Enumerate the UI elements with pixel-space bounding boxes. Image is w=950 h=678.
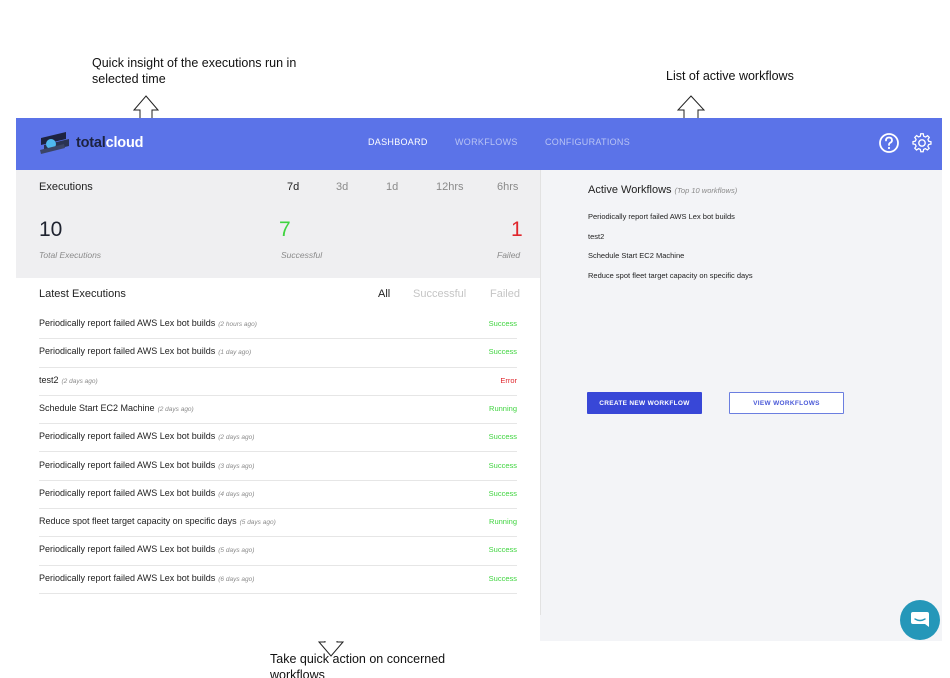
filter-failed[interactable]: Failed xyxy=(490,288,520,300)
active-workflow-item[interactable]: Schedule Start EC2 Machine xyxy=(588,251,684,260)
status-badge: Success xyxy=(488,319,517,328)
logo-text: totalcloud xyxy=(76,135,143,151)
execution-name-text: Periodically report failed AWS Lex bot b… xyxy=(39,572,216,583)
execution-name[interactable]: Periodically report failed AWS Lex bot b… xyxy=(39,488,254,498)
execution-row[interactable]: Periodically report failed AWS Lex bot b… xyxy=(39,481,517,510)
status-badge: Running xyxy=(489,517,517,527)
successful-label: Successful xyxy=(281,250,323,260)
execution-name[interactable]: Periodically report failed AWS Lex bot b… xyxy=(39,318,257,328)
status-badge: Success xyxy=(488,573,517,583)
active-workflows-subtitle: (Top 10 workflows) xyxy=(674,186,738,195)
status-badge: Success xyxy=(488,460,517,470)
execution-row[interactable]: Schedule Start EC2 Machine (2 days ago) R… xyxy=(39,396,517,425)
dashboard-app: totalcloud DASHBOARD WORKFLOWS CONFIGURA… xyxy=(16,118,942,641)
annotation-executions-insight: Quick insight of the executions run in s… xyxy=(92,56,297,86)
execution-name-text: Periodically report failed AWS Lex bot b… xyxy=(39,346,216,357)
execution-time-ago: (5 days ago) xyxy=(218,547,255,555)
execution-row[interactable]: Periodically report failed AWS Lex bot b… xyxy=(39,424,517,453)
executions-title: Executions xyxy=(39,181,93,193)
execution-row[interactable]: Reduce spot fleet target capacity on spe… xyxy=(39,509,517,538)
status-badge: Success xyxy=(488,488,517,498)
active-workflows-panel: Active Workflows (Top 10 workflows) Perio… xyxy=(541,170,942,641)
status-badge: Success xyxy=(488,545,517,555)
execution-name-text: Periodically report failed AWS Lex bot b… xyxy=(39,459,216,470)
execution-name-text: Periodically report failed AWS Lex bot b… xyxy=(39,487,216,498)
annotation-active-workflows: List of active workflows xyxy=(666,69,794,83)
failed-value: 1 xyxy=(511,218,523,241)
execution-row[interactable]: Periodically report failed AWS Lex bot b… xyxy=(39,339,517,368)
execution-name[interactable]: Reduce spot fleet target capacity on spe… xyxy=(39,516,276,526)
status-badge: Error xyxy=(500,375,517,385)
execution-row[interactable]: Periodically report failed AWS Lex bot b… xyxy=(39,566,517,594)
execution-name[interactable]: Periodically report failed AWS Lex bot b… xyxy=(39,431,254,441)
execution-time-ago: (1 day ago) xyxy=(218,349,252,357)
execution-name-text: Periodically report failed AWS Lex bot b… xyxy=(39,544,216,555)
execution-row[interactable]: Periodically report failed AWS Lex bot b… xyxy=(39,537,517,566)
execution-name[interactable]: Periodically report failed AWS Lex bot b… xyxy=(39,460,254,470)
execution-name-text: Periodically report failed AWS Lex bot b… xyxy=(39,431,216,442)
logo-icon xyxy=(40,132,69,154)
executions-summary: Executions 7d 3d 1d 12hrs 6hrs 10 Total … xyxy=(16,170,540,278)
nav-workflows[interactable]: WORKFLOWS xyxy=(455,137,518,147)
logo[interactable]: totalcloud xyxy=(38,130,143,156)
screenshot-canvas: Quick insight of the executions run in s… xyxy=(0,0,950,678)
filter-successful[interactable]: Successful xyxy=(413,288,466,300)
range-3d[interactable]: 3d xyxy=(336,181,348,193)
execution-time-ago: (4 days ago) xyxy=(218,490,255,498)
execution-row[interactable]: Periodically report failed AWS Lex bot b… xyxy=(39,311,517,340)
execution-name[interactable]: Periodically report failed AWS Lex bot b… xyxy=(39,544,254,554)
execution-name[interactable]: Periodically report failed AWS Lex bot b… xyxy=(39,346,251,356)
execution-row[interactable]: Periodically report failed AWS Lex bot b… xyxy=(39,453,517,481)
successful-value: 7 xyxy=(279,218,291,241)
range-7d[interactable]: 7d xyxy=(287,181,299,193)
status-badge: Success xyxy=(488,347,517,357)
logo-text-total: total xyxy=(76,135,106,151)
range-1d[interactable]: 1d xyxy=(386,181,398,193)
execution-time-ago: (2 hours ago) xyxy=(218,321,257,328)
execution-name-text: Reduce spot fleet target capacity on spe… xyxy=(39,516,237,527)
execution-time-ago: (2 days ago) xyxy=(218,434,255,442)
help-icon[interactable] xyxy=(878,132,900,154)
range-6hrs[interactable]: 6hrs xyxy=(497,181,518,193)
active-workflow-item[interactable]: Periodically report failed AWS Lex bot b… xyxy=(588,212,735,221)
nav-dashboard[interactable]: DASHBOARD xyxy=(368,137,428,147)
logo-text-cloud: cloud xyxy=(105,135,144,151)
execution-time-ago: (2 days ago) xyxy=(157,405,194,413)
total-executions-value: 10 xyxy=(39,218,63,241)
latest-executions-title: Latest Executions xyxy=(39,288,126,300)
chat-launcher-button[interactable] xyxy=(900,600,940,640)
gear-icon[interactable] xyxy=(911,132,933,154)
failed-label: Failed xyxy=(497,250,521,260)
range-12hrs[interactable]: 12hrs xyxy=(436,181,464,193)
filter-all[interactable]: All xyxy=(378,288,390,300)
total-executions-label: Total Executions xyxy=(39,250,102,260)
status-badge: Running xyxy=(489,403,517,413)
active-workflow-item[interactable]: Reduce spot fleet target capacity on spe… xyxy=(588,271,753,280)
active-workflow-item[interactable]: test2 xyxy=(588,232,604,241)
execution-time-ago: (5 days ago) xyxy=(239,519,276,527)
execution-name-text: Periodically report failed AWS Lex bot b… xyxy=(39,318,216,328)
status-badge: Success xyxy=(488,432,517,442)
execution-row[interactable]: test2 (2 days ago) Error xyxy=(39,368,517,396)
top-navigation-bar: totalcloud DASHBOARD WORKFLOWS CONFIGURA… xyxy=(16,118,942,170)
execution-time-ago: (2 days ago) xyxy=(61,377,98,385)
execution-name[interactable]: Periodically report failed AWS Lex bot b… xyxy=(39,573,254,583)
annotation-quick-action: Take quick action on concerned workflows xyxy=(270,652,446,678)
execution-time-ago: (6 days ago) xyxy=(218,575,255,583)
create-new-workflow-button[interactable]: CREATE NEW WORKFLOW xyxy=(587,392,702,414)
execution-time-ago: (3 days ago) xyxy=(218,462,255,470)
chat-icon xyxy=(911,612,929,627)
execution-name-text: test2 xyxy=(39,374,59,385)
active-workflows-title: Active Workflows (Top 10 workflows) xyxy=(588,184,737,196)
active-workflows-title-text: Active Workflows xyxy=(588,184,672,196)
view-workflows-button[interactable]: VIEW WORKFLOWS xyxy=(729,392,844,414)
execution-name-text: Schedule Start EC2 Machine xyxy=(39,402,155,413)
execution-name[interactable]: test2 (2 days ago) xyxy=(39,375,98,385)
execution-name[interactable]: Schedule Start EC2 Machine (2 days ago) xyxy=(39,403,194,413)
latest-executions: Latest Executions All Successful Failed … xyxy=(16,278,540,641)
nav-configurations[interactable]: CONFIGURATIONS xyxy=(545,137,630,147)
